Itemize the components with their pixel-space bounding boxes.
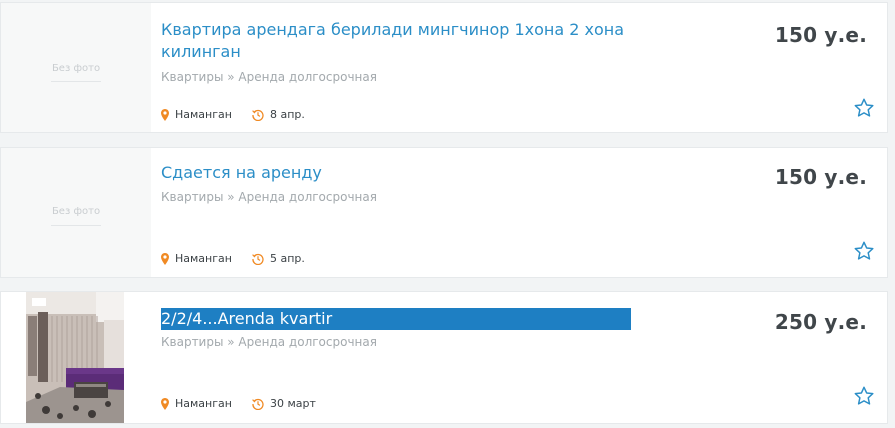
listing-category: Квартиры » Аренда долгосрочная [161,190,377,204]
listing-card[interactable]: Без фото Квартира арендага берилади минг… [0,2,888,133]
listing-meta: Наманган 8 апр. [161,108,305,121]
listing-category: Квартиры » Аренда долгосрочная [161,70,377,84]
listing-price: 250 у.е. [774,310,867,334]
no-photo-divider [51,225,101,226]
listing-thumbnail[interactable]: Без фото [1,148,151,277]
listing-date: 30 март [269,397,316,410]
listing-date: 8 апр. [269,108,305,121]
map-pin-icon [161,397,169,410]
listing-category: Квартиры » Аренда долгосрочная [161,335,377,349]
star-outline-icon[interactable] [853,385,875,407]
apartment-room-photo [26,292,124,423]
listing-price: 150 у.е. [774,165,867,189]
star-outline-icon[interactable] [853,97,875,119]
listing-location: Наманган [175,108,232,121]
listing-meta: Наманган 30 март [161,397,316,410]
no-photo-divider [51,81,101,82]
map-pin-icon [161,108,169,121]
clock-history-icon [252,398,264,410]
clock-history-icon [252,253,264,265]
listing-date: 5 апр. [269,252,305,265]
listing-title-link[interactable]: Сдается на аренду [161,162,631,184]
no-photo-label: Без фото [51,63,101,74]
listing-card[interactable]: Без фото Сдается на аренду Квартиры » Ар… [0,147,888,278]
listing-meta: Наманган 5 апр. [161,252,305,265]
listing-location: Наманган [175,252,232,265]
listing-title-link[interactable]: Квартира арендага берилади мингчинор 1хо… [161,19,631,63]
map-pin-icon [161,252,169,265]
listing-photo[interactable] [26,292,124,423]
listing-title-link[interactable]: 2/2/4...Arenda kvartir [161,308,631,330]
star-outline-icon[interactable] [853,240,875,262]
listing-price: 150 у.е. [774,23,867,47]
clock-history-icon [252,109,264,121]
listing-card[interactable]: 2/2/4...Arenda kvartir Квартиры » Аренда… [0,291,888,424]
listing-thumbnail[interactable]: Без фото [1,3,151,132]
no-photo-label: Без фото [51,206,101,217]
listing-list: Без фото Квартира арендага берилади минг… [0,0,895,428]
listing-location: Наманган [175,397,232,410]
